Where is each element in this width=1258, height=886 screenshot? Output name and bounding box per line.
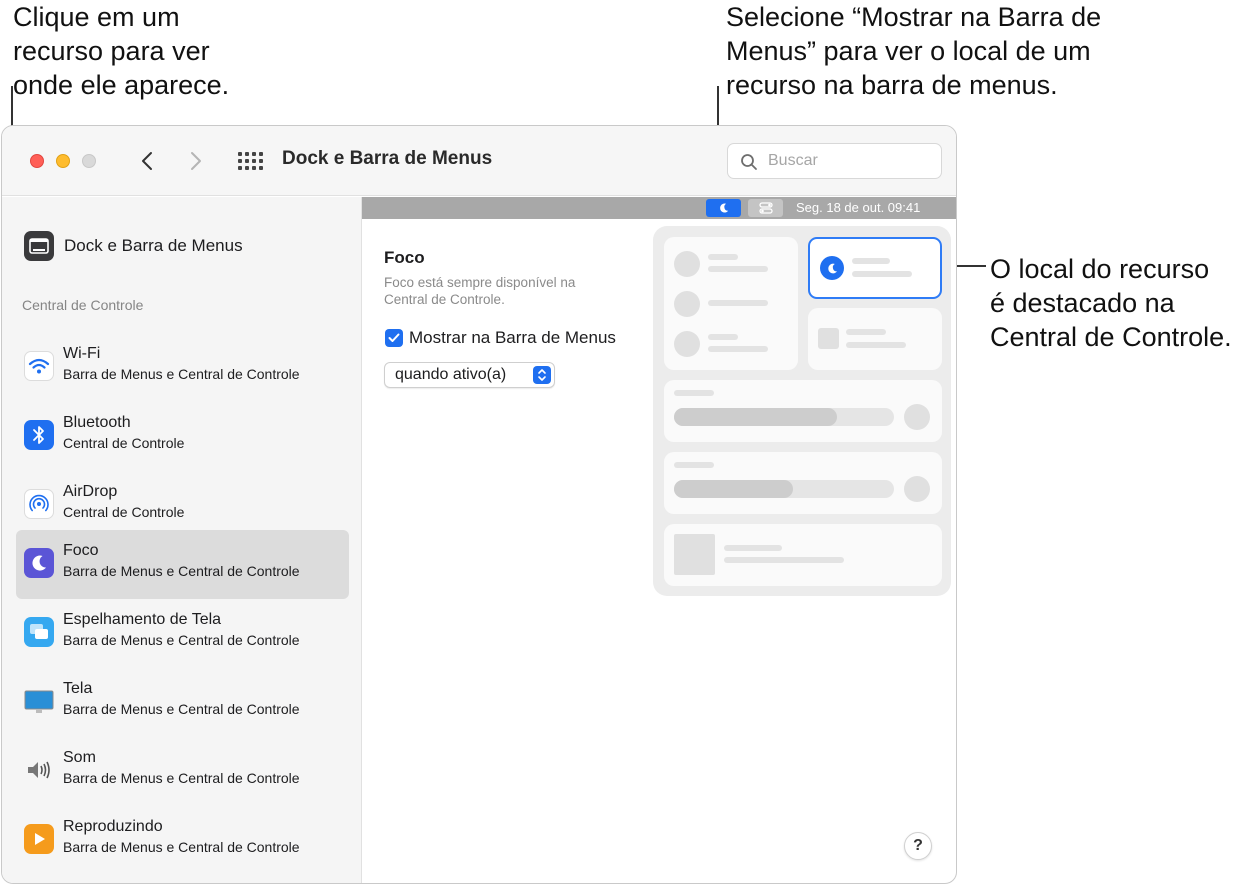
callout-line-2: Menus” para ver o local de um	[726, 36, 1091, 66]
cc-small-tile	[808, 308, 942, 370]
menubar-datetime: Seg. 18 de out. 09:41	[796, 200, 921, 215]
callout-line-1: O local do recurso	[990, 254, 1210, 284]
wifi-icon	[24, 351, 54, 381]
sidebar-item-subtitle: Barra de Menus e Central de Controle	[63, 839, 300, 855]
sidebar-item-screen-mirroring[interactable]: Espelhamento de Tela Barra de Menus e Ce…	[16, 599, 349, 668]
cc-sound-tile	[664, 452, 942, 514]
cc-focus-tile-highlighted	[808, 237, 942, 299]
zoom-button[interactable]	[82, 154, 96, 168]
sidebar-item-subtitle: Central de Controle	[63, 435, 185, 451]
title-bar: Dock e Barra de Menus Buscar	[2, 126, 956, 196]
control-center-preview	[653, 226, 951, 596]
sidebar-item-som[interactable]: Som Barra de Menus e Central de Controle	[16, 737, 349, 806]
minimize-button[interactable]	[56, 154, 70, 168]
checkmark-icon	[388, 333, 400, 342]
forward-button[interactable]	[183, 147, 209, 175]
back-button[interactable]	[134, 147, 160, 175]
menubar-control-center-item	[748, 199, 783, 217]
sidebar-item-subtitle: Central de Controle	[63, 504, 185, 520]
callout-line-2: recurso para ver	[13, 36, 210, 66]
moon-icon	[820, 256, 844, 280]
sidebar-item-subtitle: Barra de Menus e Central de Controle	[63, 366, 300, 382]
dock-menubar-icon	[24, 231, 54, 261]
play-icon	[24, 824, 54, 854]
sidebar-item-name: Wi-Fi	[63, 345, 101, 362]
sidebar: Dock e Barra de Menus Central de Control…	[2, 197, 362, 883]
sidebar-item-label: Dock e Barra de Menus	[64, 236, 243, 255]
sidebar-item-name: AirDrop	[63, 483, 118, 500]
sidebar-item-dock-menubar[interactable]: Dock e Barra de Menus	[24, 231, 243, 261]
search-field[interactable]: Buscar	[727, 143, 942, 179]
sidebar-item-wifi[interactable]: Wi-Fi Barra de Menus e Central de Contro…	[16, 333, 349, 402]
sidebar-item-name: Espelhamento de Tela	[63, 611, 222, 628]
moon-icon	[24, 548, 54, 578]
panel-title: Foco	[384, 248, 425, 267]
show-all-button[interactable]	[236, 148, 264, 176]
callout-line-1: Clique em um	[13, 2, 180, 32]
system-preferences-window: Dock e Barra de Menus Buscar Dock e Barr…	[1, 125, 957, 884]
airdrop-icon	[24, 489, 54, 519]
sidebar-item-subtitle: Barra de Menus e Central de Controle	[63, 632, 300, 648]
cc-connectivity-tile	[664, 237, 798, 370]
show-in-menubar-label[interactable]: Mostrar na Barra de Menus	[409, 328, 616, 348]
select-value: quando ativo(a)	[395, 366, 507, 383]
search-placeholder: Buscar	[768, 152, 818, 169]
sidebar-item-foco[interactable]: Foco Barra de Menus e Central de Control…	[16, 530, 349, 599]
cc-display-tile	[664, 380, 942, 442]
speaker-icon	[24, 755, 54, 785]
chevron-left-icon	[142, 152, 152, 170]
callout-control-center-highlight: O local do recurso é destacado na Centra…	[990, 252, 1232, 354]
sidebar-item-subtitle: Barra de Menus e Central de Controle	[63, 701, 300, 717]
sidebar-item-name: Bluetooth	[63, 414, 131, 431]
cc-now-playing-tile	[664, 524, 942, 586]
sidebar-item-name: Som	[63, 749, 96, 766]
callout-line-3: onde ele aparece.	[13, 70, 230, 100]
sidebar-item-name: Tela	[63, 680, 93, 697]
sidebar-section-header: Central de Controle	[22, 297, 144, 313]
panel-description: Foco está sempre disponível na Central d…	[384, 275, 576, 307]
callout-show-in-menubar: Selecione “Mostrar na Barra de Menus” pa…	[726, 0, 1101, 102]
sidebar-item-name: Foco	[63, 542, 99, 559]
moon-icon	[719, 203, 728, 213]
window-title: Dock e Barra de Menus	[282, 148, 493, 169]
sidebar-item-subtitle: Barra de Menus e Central de Controle	[63, 563, 300, 579]
sidebar-item-subtitle: Barra de Menus e Central de Controle	[63, 770, 300, 786]
control-center-icon	[758, 202, 773, 214]
callout-line-2: é destacado na	[990, 288, 1175, 318]
callout-feature-click: Clique em um recurso para ver onde ele a…	[13, 0, 229, 102]
show-in-menubar-checkbox[interactable]	[385, 329, 403, 347]
chevron-right-icon	[191, 152, 201, 170]
menubar-focus-item	[706, 199, 741, 217]
menubar-preview: Seg. 18 de out. 09:41	[362, 197, 956, 219]
search-icon	[741, 154, 757, 170]
sidebar-item-tela[interactable]: Tela Barra de Menus e Central de Control…	[16, 668, 349, 737]
visibility-select[interactable]: quando ativo(a)	[384, 362, 555, 388]
sidebar-item-bluetooth[interactable]: Bluetooth Central de Controle	[16, 402, 349, 471]
callout-line-3: recurso na barra de menus.	[726, 70, 1058, 100]
sidebar-item-reproduzindo[interactable]: Reproduzindo Barra de Menus e Central de…	[16, 806, 349, 875]
sidebar-item-name: Reproduzindo	[63, 818, 163, 835]
bluetooth-icon	[24, 420, 54, 450]
close-button[interactable]	[30, 154, 44, 168]
callout-line-1: Selecione “Mostrar na Barra de	[726, 2, 1102, 32]
display-icon	[24, 686, 54, 716]
grid-icon	[238, 152, 263, 170]
chevron-up-down-icon	[533, 366, 551, 384]
help-button[interactable]: ?	[904, 832, 932, 860]
screen-mirroring-icon	[24, 617, 54, 647]
callout-line-3: Central de Controle.	[990, 322, 1232, 352]
